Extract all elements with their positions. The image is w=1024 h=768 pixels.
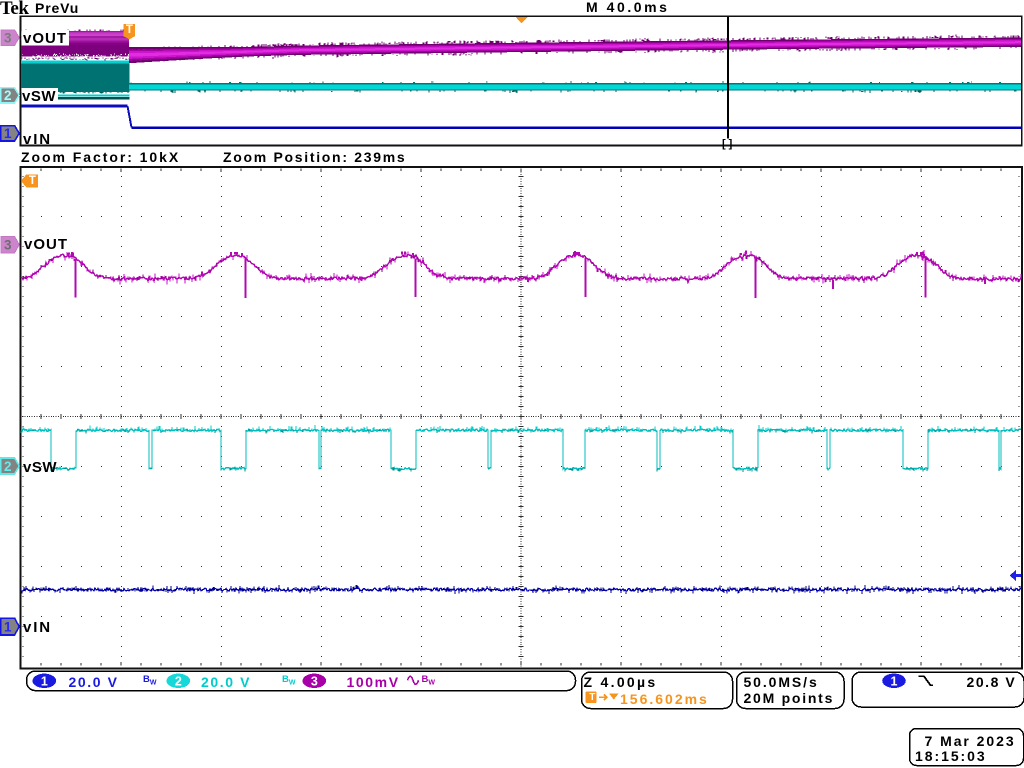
svg-text:2: 2 <box>4 459 12 474</box>
svg-text:1: 1 <box>41 674 48 688</box>
svg-text:1: 1 <box>4 620 12 635</box>
svg-text:1: 1 <box>891 674 898 688</box>
svg-text:2: 2 <box>175 674 182 688</box>
svg-text:3: 3 <box>311 674 318 688</box>
svg-text:3: 3 <box>4 237 12 252</box>
svg-text:1: 1 <box>4 126 12 141</box>
svg-text:3: 3 <box>4 30 12 45</box>
svg-text:2: 2 <box>4 88 12 103</box>
